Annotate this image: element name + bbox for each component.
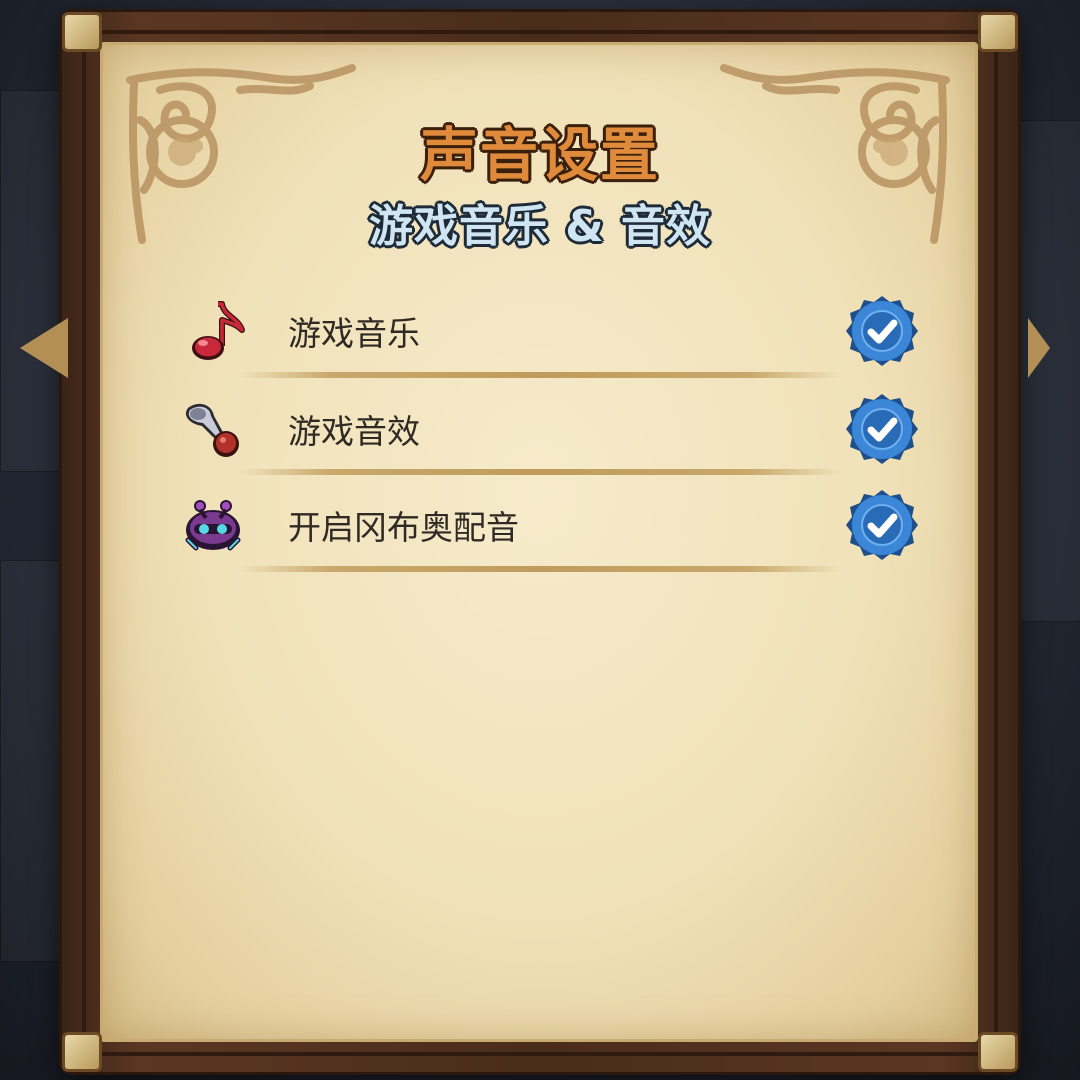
music-note-icon xyxy=(192,301,245,360)
setting-row-sfx: 游戏音效 xyxy=(170,384,930,474)
horn-icon xyxy=(185,403,239,457)
sfx-checkbox[interactable] xyxy=(844,391,920,467)
setting-label: 游戏音乐 xyxy=(288,314,420,353)
frame-corner xyxy=(62,12,102,52)
frame-corner xyxy=(62,1032,102,1072)
setting-row-voice: 开启冈布奥配音 xyxy=(170,480,930,570)
background-scenery xyxy=(0,560,62,962)
frame-corner xyxy=(978,1032,1018,1072)
music-checkbox[interactable] xyxy=(844,293,920,369)
frame-side-tab xyxy=(1028,318,1050,378)
frame-side-tab xyxy=(20,318,68,378)
frame-corner xyxy=(978,12,1018,52)
dialog-subtitle: 游戏音乐 & 音效 xyxy=(368,201,711,252)
gumball-creature-icon xyxy=(185,500,241,551)
setting-row-music: 游戏音乐 xyxy=(170,286,930,376)
setting-label: 开启冈布奥配音 xyxy=(288,508,519,547)
row-divider xyxy=(240,469,840,475)
voice-checkbox[interactable] xyxy=(844,487,920,563)
dialog-title: 声音设置 xyxy=(419,121,660,189)
setting-label: 游戏音效 xyxy=(288,412,420,451)
row-divider xyxy=(240,566,840,572)
row-divider xyxy=(240,372,840,378)
